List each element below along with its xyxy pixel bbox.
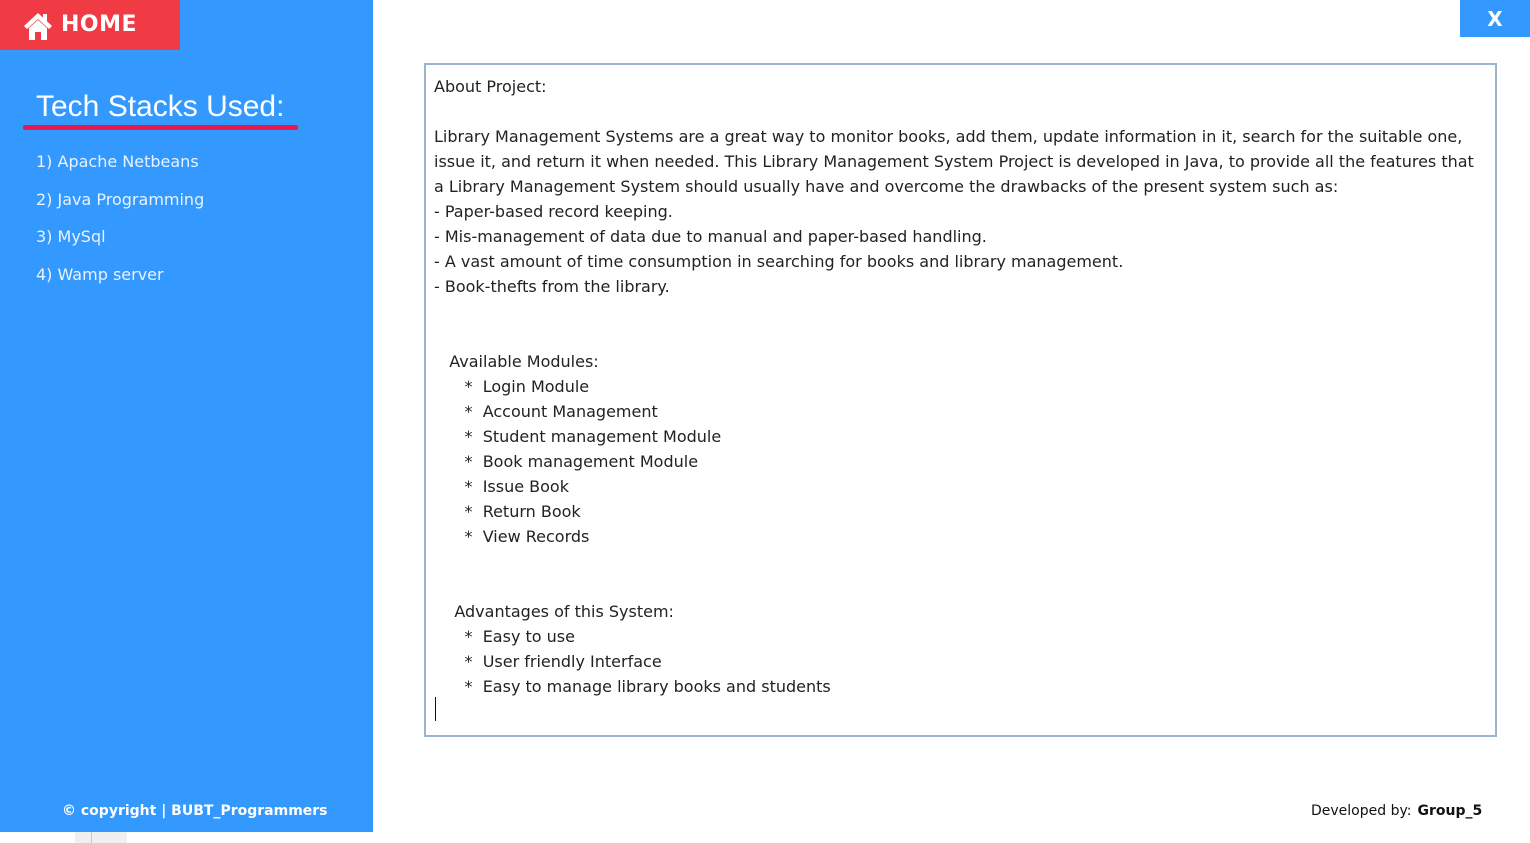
app-window: HOME Tech Stacks Used: 1) Apache Netbean… [0, 0, 1530, 843]
about-project-textarea[interactable]: About Project: Library Management System… [424, 63, 1497, 737]
sidebar: HOME Tech Stacks Used: 1) Apache Netbean… [0, 0, 373, 832]
developer-name: Group_5 [1417, 803, 1483, 819]
tech-stack-item: 3) MySql [36, 227, 106, 246]
close-button[interactable]: X [1460, 0, 1530, 37]
text-caret [435, 697, 436, 721]
tech-stack-list: 1) Apache Netbeans 2) Java Programming 3… [36, 150, 204, 300]
tech-stacks-title: Tech Stacks Used: [36, 90, 285, 123]
tech-stack-item: 2) Java Programming [36, 189, 205, 209]
home-button[interactable]: HOME [0, 0, 180, 50]
developed-by-label: Developed by: [1311, 803, 1412, 819]
developed-by: Developed by: Group_5 [1311, 802, 1482, 820]
horizontal-scrollbar[interactable] [75, 832, 127, 843]
scrollbar-divider [91, 832, 92, 843]
tech-stack-item: 1) Apache Netbeans [36, 152, 199, 171]
home-icon [24, 13, 52, 40]
copyright-text: © copyright | BUBT_Programmers [62, 803, 328, 819]
tech-stack-item: 4) Wamp server [36, 264, 164, 284]
home-label: HOME [61, 12, 138, 37]
title-underline [23, 125, 298, 130]
about-project-text: About Project: Library Management System… [434, 77, 1474, 696]
